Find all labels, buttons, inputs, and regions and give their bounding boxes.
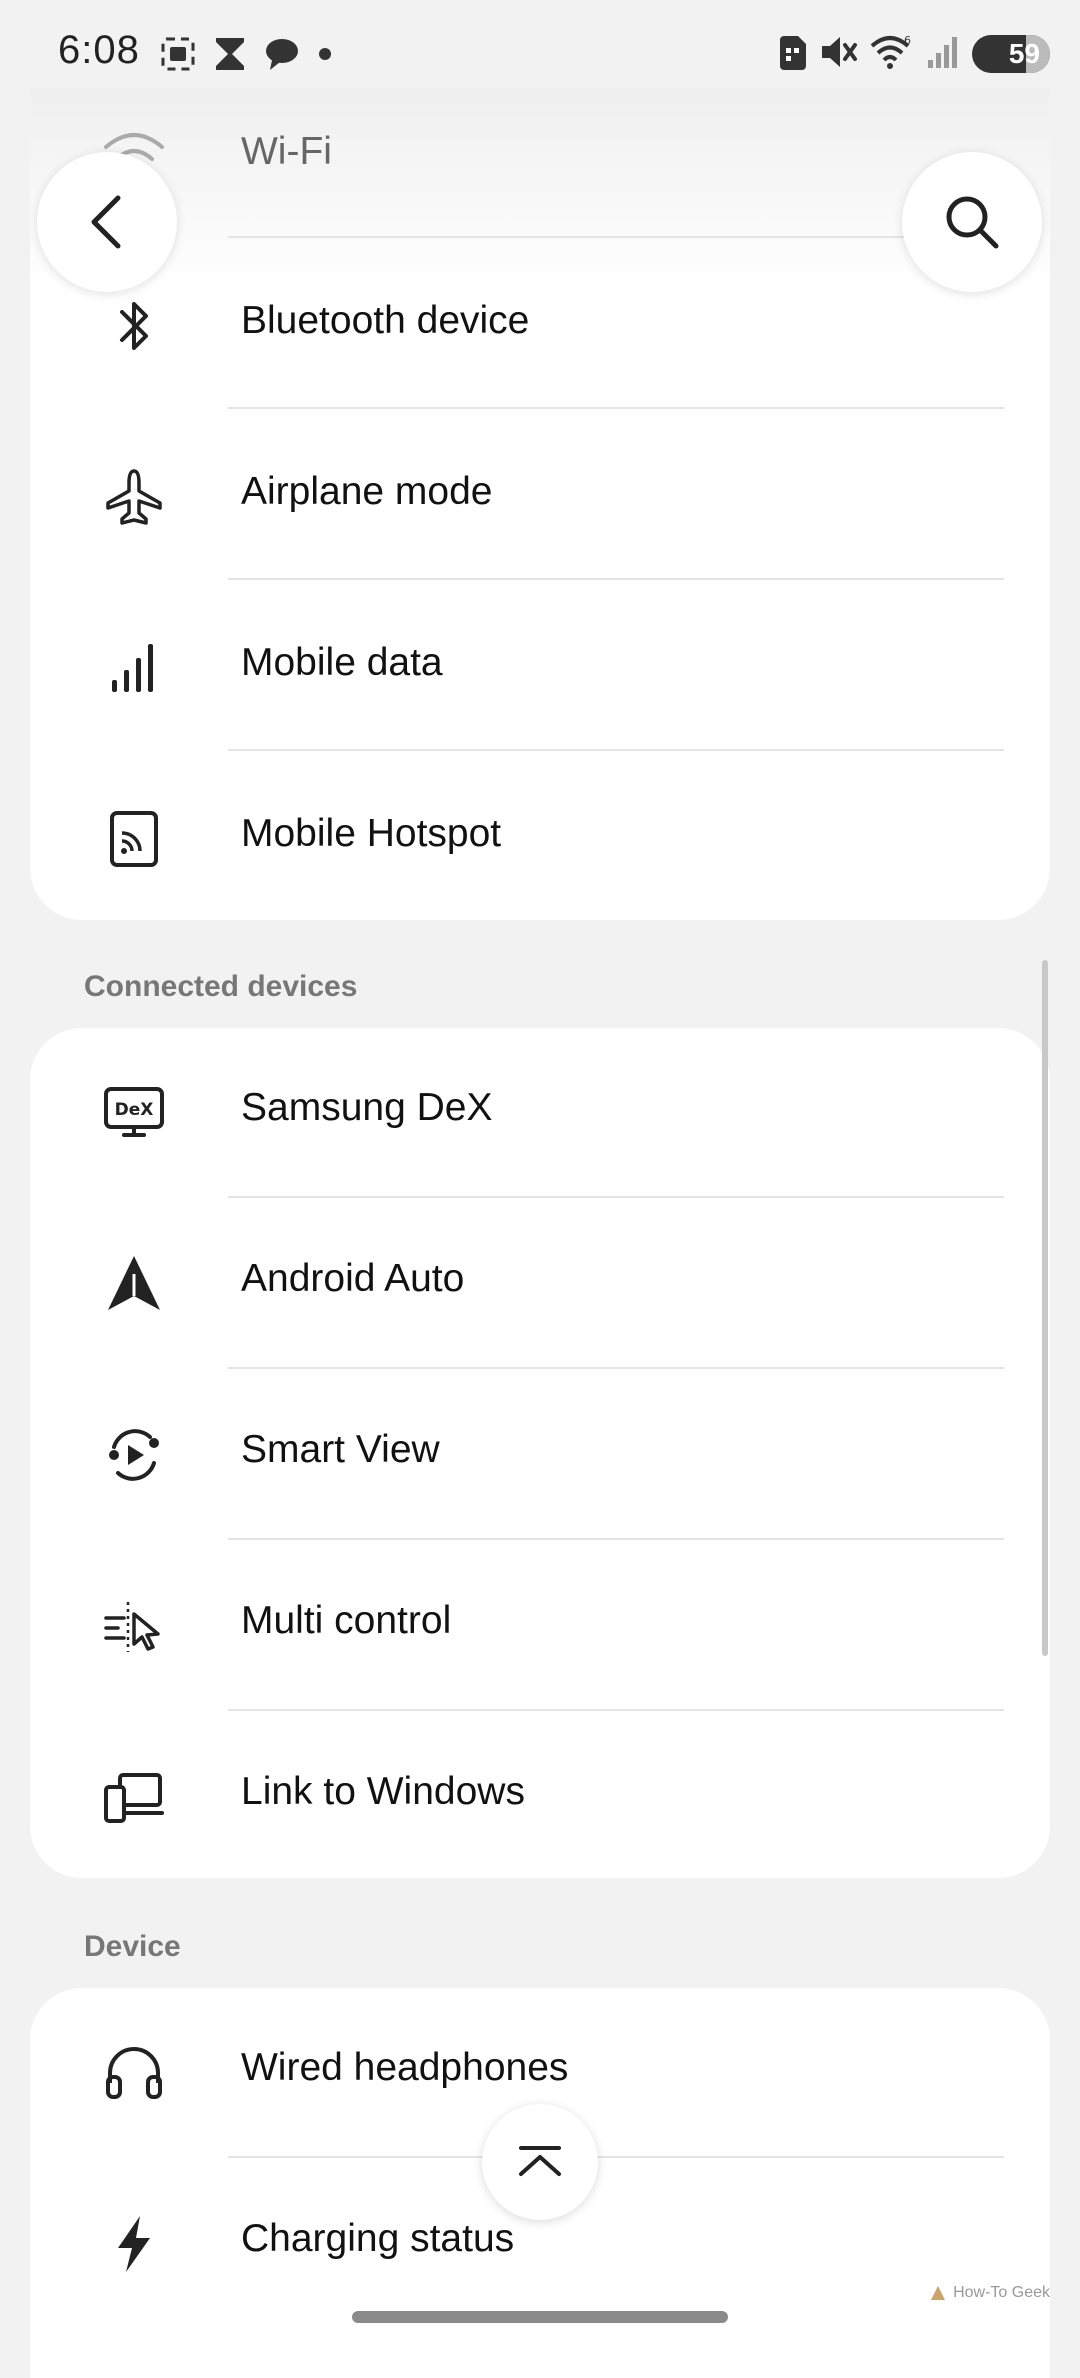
chat-icon: [264, 36, 300, 77]
list-item-link-to-windows[interactable]: Link to Windows: [30, 1712, 1050, 1883]
back-arrow-icon: [91, 195, 121, 249]
list-item-label: Mobile data: [241, 641, 443, 684]
list-item-android-auto[interactable]: Android Auto: [30, 1199, 1050, 1370]
status-time: 6:08: [58, 28, 140, 72]
list-item-mobile-data[interactable]: Mobile data: [30, 583, 1050, 754]
home-indicator[interactable]: [352, 2311, 728, 2323]
android-auto-icon: [102, 1252, 166, 1316]
battery-level: 59: [1008, 38, 1040, 69]
divider: [228, 236, 1004, 238]
list-item-mobile-hotspot[interactable]: Mobile Hotspot: [30, 754, 1050, 925]
divider: [228, 407, 1004, 409]
cell-signal-icon: [926, 34, 960, 75]
list-item-label: Link to Windows: [241, 1770, 525, 1813]
watermark: How-To Geek: [929, 2284, 1050, 2302]
scroll-to-top-button[interactable]: [482, 2104, 598, 2220]
svg-text:6: 6: [904, 34, 911, 47]
connected-devices-card: DeX Samsung DeX Android Auto Smart View …: [30, 1028, 1050, 1878]
back-button[interactable]: [37, 152, 177, 292]
list-item-label: Samsung DeX: [241, 1086, 493, 1129]
list-item-wifi[interactable]: Wi-Fi: [30, 88, 1050, 259]
divider: [228, 1196, 1004, 1198]
list-item-label: Airplane mode: [241, 470, 493, 513]
mute-icon: [820, 34, 858, 75]
list-item-label: Mobile Hotspot: [241, 812, 502, 855]
list-item-bluetooth[interactable]: Bluetooth device: [30, 241, 1050, 412]
link-to-windows-icon: [102, 1765, 166, 1829]
section-title-device: Device: [84, 1930, 181, 1963]
svg-text:DeX: DeX: [115, 1100, 154, 1120]
notification-dot-icon: [318, 47, 332, 66]
battery-icon: 59: [972, 35, 1050, 73]
watermark-logo-icon: [931, 2286, 946, 2300]
hourglass-icon: [214, 36, 246, 77]
lightning-icon: [102, 2212, 166, 2276]
section-title-connected-devices: Connected devices: [84, 970, 358, 1003]
list-item-label: Wi-Fi: [241, 130, 332, 173]
search-button[interactable]: [902, 152, 1042, 292]
wifi-status-icon: 6: [870, 34, 914, 75]
divider: [228, 1538, 1004, 1540]
scrollbar[interactable]: [1042, 960, 1048, 1656]
watermark-text: How-To Geek: [953, 2284, 1050, 2301]
sim-icon: [778, 34, 808, 75]
list-item-airplane-mode[interactable]: Airplane mode: [30, 412, 1050, 583]
divider: [228, 2156, 1004, 2158]
network-card: Wi-Fi Bluetooth device Airplane mode Mob…: [30, 88, 1050, 920]
signal-bars-icon: [102, 636, 166, 700]
list-item-label: Wired headphones: [241, 2046, 569, 2089]
list-item-label: Android Auto: [241, 1257, 465, 1300]
hotspot-icon: [102, 807, 166, 871]
list-item-multi-control[interactable]: Multi control: [30, 1541, 1050, 1712]
dex-icon: DeX: [102, 1081, 166, 1145]
list-item-label: Multi control: [241, 1599, 452, 1642]
status-left-icons: [160, 36, 332, 76]
smart-view-icon: [102, 1423, 166, 1487]
search-icon: [946, 196, 999, 249]
list-item-samsung-dex[interactable]: DeX Samsung DeX: [30, 1028, 1050, 1199]
list-item-label: Smart View: [241, 1428, 440, 1471]
bluetooth-icon: [102, 294, 166, 358]
divider: [228, 1367, 1004, 1369]
screenshot-icon: [160, 36, 196, 77]
headphones-icon: [102, 2041, 166, 2105]
list-item-label: Bluetooth device: [241, 299, 530, 342]
chevron-up-icon: [519, 2146, 561, 2176]
divider: [228, 749, 1004, 751]
divider: [228, 1709, 1004, 1711]
airplane-icon: [102, 465, 166, 529]
list-item-smart-view[interactable]: Smart View: [30, 1370, 1050, 1541]
multi-control-icon: [102, 1594, 166, 1658]
status-right-icons: 6 59: [778, 30, 1050, 78]
list-item-label: Charging status: [241, 2217, 515, 2260]
divider: [228, 578, 1004, 580]
